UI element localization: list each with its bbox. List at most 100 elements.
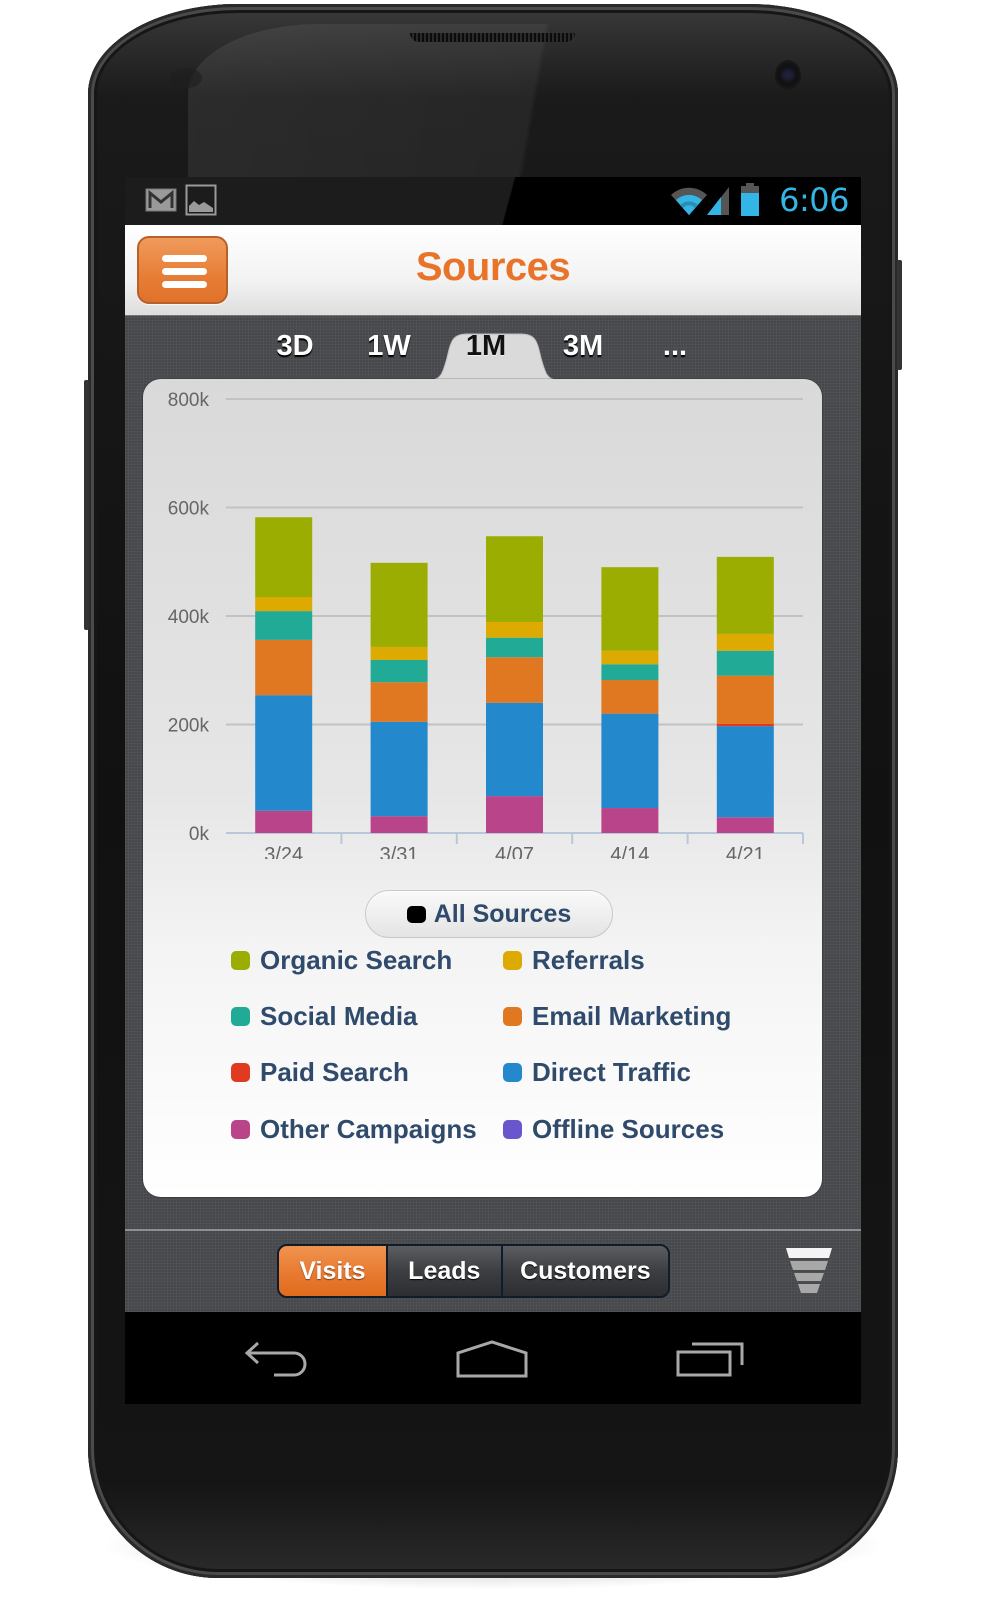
legend-label: Other Campaigns: [260, 1114, 477, 1144]
x-tick-label: 4/07: [495, 844, 534, 859]
x-tick-label: 3/31: [380, 844, 419, 859]
all-sources-button[interactable]: All Sources: [365, 890, 613, 938]
bar-segment-referrals[interactable]: [255, 597, 313, 612]
tab-1m[interactable]: 1M: [446, 330, 526, 363]
y-tick-label: 200k: [168, 716, 210, 737]
legend-label: Social Media: [260, 1001, 418, 1031]
bar-segment-paid-search[interactable]: [716, 723, 774, 727]
home-icon[interactable]: [456, 1340, 528, 1378]
recent-apps-icon[interactable]: [676, 1340, 744, 1378]
legend-swatch: [231, 1063, 250, 1082]
all-sources-label: All Sources: [433, 900, 572, 928]
metric-tab-customers[interactable]: Customers: [500, 1246, 668, 1296]
tab-3m[interactable]: 3M: [543, 330, 623, 363]
bar-segment-email-marketing[interactable]: [370, 682, 428, 722]
legend-label: Paid Search: [260, 1057, 409, 1087]
power-button: [897, 260, 902, 370]
metric-bar: Visits Leads Customers: [125, 1229, 861, 1312]
bar-segment-direct-traffic[interactable]: [601, 713, 659, 809]
bar-segment-social-media[interactable]: [486, 637, 543, 658]
legend-swatch: [231, 951, 250, 970]
x-tick-label: 4/21: [726, 844, 765, 859]
time-range-tabs: 3D 1W 1M 3M ...: [125, 316, 861, 380]
legend-swatch: [231, 1007, 250, 1026]
legend-label: Organic Search: [260, 945, 453, 975]
bar-segment-organic-search[interactable]: [716, 556, 774, 634]
legend-swatch: [231, 1120, 250, 1139]
status-time: 6:06: [779, 181, 849, 219]
legend-swatch: [503, 1120, 522, 1139]
tab-more[interactable]: ...: [635, 330, 715, 363]
legend-item-other-campaigns[interactable]: Other Campaigns: [231, 1114, 477, 1145]
legend-label: Direct Traffic: [532, 1057, 691, 1087]
wifi-icon: [671, 187, 707, 215]
bar-segment-referrals[interactable]: [601, 650, 659, 665]
legend-item-organic-search[interactable]: Organic Search: [231, 945, 452, 976]
legend-label: Email Marketing: [532, 1001, 732, 1031]
bar-segment-direct-traffic[interactable]: [486, 702, 543, 797]
bar-segment-direct-traffic[interactable]: [370, 721, 428, 817]
tab-3d[interactable]: 3D: [255, 330, 335, 363]
bar-segment-email-marketing[interactable]: [486, 657, 543, 703]
bar-segment-organic-search[interactable]: [486, 536, 543, 622]
metric-tab-leads[interactable]: Leads: [385, 1246, 501, 1296]
phone-glare: [188, 24, 668, 194]
bar-segment-organic-search[interactable]: [370, 562, 428, 647]
funnel-icon[interactable]: [786, 1248, 832, 1294]
screen: 6:06 Sources 3D 1W 1M 3M ... 0k 200k 400k 6…: [125, 177, 861, 1404]
all-sources-swatch: [406, 906, 426, 923]
bar-segment-social-media[interactable]: [716, 650, 774, 676]
page-title: Sources: [415, 245, 571, 289]
bar-segment-other-campaigns[interactable]: [486, 796, 543, 833]
metric-segmented-control: Visits Leads Customers: [277, 1244, 670, 1298]
legend-item-direct-traffic[interactable]: Direct Traffic: [503, 1057, 691, 1088]
legend-item-offline-sources[interactable]: Offline Sources: [503, 1114, 724, 1145]
bar-segment-referrals[interactable]: [716, 633, 774, 651]
stacked-bar-chart: 0k 200k 400k 600k 800k 3/24 3/31 4/07 4/14 4/21: [168, 390, 804, 859]
bar-segment-other-campaigns[interactable]: [716, 817, 774, 833]
y-tick-label: 0k: [189, 824, 210, 845]
legend-label: Offline Sources: [532, 1114, 725, 1144]
system-nav-bar: [125, 1312, 861, 1404]
bar-segment-other-campaigns[interactable]: [370, 816, 428, 833]
y-tick-label: 400k: [168, 607, 210, 628]
bar-segment-social-media[interactable]: [601, 664, 659, 681]
legend-item-social-media[interactable]: Social Media: [231, 1001, 418, 1032]
status-bar: 6:06: [125, 177, 861, 225]
battery-icon: [741, 183, 759, 216]
legend-item-referrals[interactable]: Referrals: [503, 945, 645, 976]
bar-segment-direct-traffic[interactable]: [716, 726, 774, 818]
bar-segment-organic-search[interactable]: [255, 517, 313, 598]
bar-segment-organic-search[interactable]: [601, 567, 659, 651]
gmail-icon: [145, 188, 177, 212]
bar-segment-social-media[interactable]: [370, 659, 428, 683]
bar-segment-other-campaigns[interactable]: [601, 808, 659, 833]
volume-button: [84, 380, 89, 630]
bar-segment-email-marketing[interactable]: [255, 639, 313, 696]
proximity-sensor: [170, 68, 202, 88]
legend-swatch: [503, 951, 522, 970]
gallery-icon: [185, 184, 217, 216]
legend-item-paid-search[interactable]: Paid Search: [231, 1057, 409, 1088]
bar-segment-direct-traffic[interactable]: [255, 695, 313, 811]
legend-swatch: [503, 1063, 522, 1082]
x-tick-label: 4/14: [610, 844, 649, 859]
earpiece-speaker: [410, 33, 575, 42]
bar-segment-email-marketing[interactable]: [716, 675, 774, 724]
back-icon[interactable]: [244, 1340, 310, 1378]
bar-segment-referrals[interactable]: [486, 621, 543, 638]
tab-1w[interactable]: 1W: [349, 330, 429, 363]
bar-segment-social-media[interactable]: [255, 611, 313, 640]
y-tick-label: 800k: [168, 390, 210, 411]
signal-icon: [707, 187, 729, 215]
bar-segment-referrals[interactable]: [370, 646, 428, 660]
app-header: Sources: [125, 225, 861, 316]
chart-card: 0k 200k 400k 600k 800k 3/24 3/31 4/07 4/14 4/21 A…: [143, 379, 822, 1197]
bar-segment-other-campaigns[interactable]: [255, 810, 313, 833]
legend-item-email-marketing[interactable]: Email Marketing: [503, 1001, 731, 1032]
bar-segment-email-marketing[interactable]: [601, 680, 659, 714]
x-tick-label: 3/24: [264, 844, 303, 859]
legend-swatch: [503, 1007, 522, 1026]
metric-tab-visits[interactable]: Visits: [279, 1246, 386, 1296]
y-tick-label: 600k: [168, 499, 210, 520]
